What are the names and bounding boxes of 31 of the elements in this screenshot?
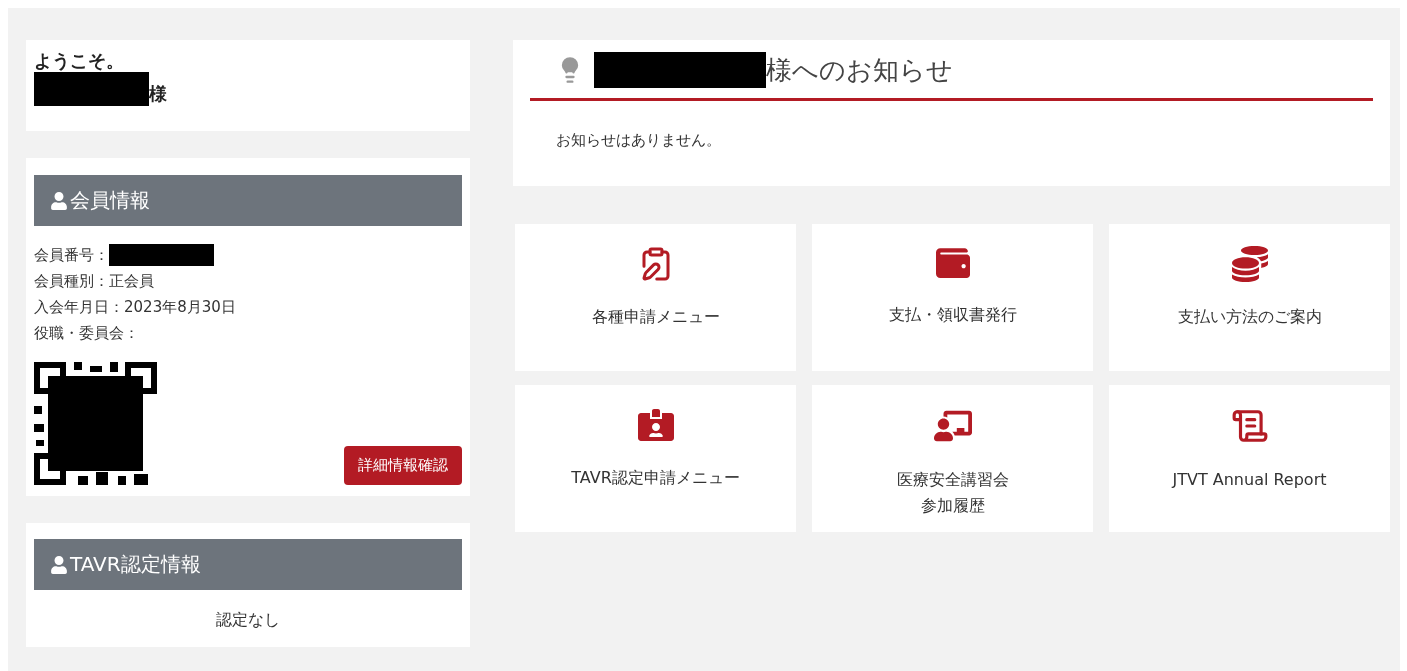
greeting: ようこそ。 [34,50,125,72]
tile-label: 支払・領収書発行 [888,304,1017,326]
user-icon [50,191,68,210]
menu-tile[interactable]: 支払い方法のご案内 [1109,224,1390,371]
notice-title: 様へのお知らせ [766,53,953,87]
notice-message: お知らせはありません。 [556,131,721,149]
qr-code-icon [34,362,157,485]
member-field: 会員種別：正会員 [34,268,154,294]
tile-label: 支払い方法のご案内 [1177,306,1322,328]
details-button[interactable]: 詳細情報確認 [344,446,462,485]
id-card-icon [637,407,674,443]
wallet-icon [935,246,970,280]
coins-icon [1231,246,1268,282]
tile-label: 各種申請メニュー [591,306,720,328]
section-title: 会員情報 [70,187,150,214]
certification-status: 認定なし [216,610,280,629]
tile-label: TAVR認定申請メニュー [571,467,740,489]
member-field: 役職・委員会： [34,320,139,346]
section-title: TAVR認定情報 [70,551,201,578]
menu-tile[interactable]: 支払・領収書発行 [812,224,1093,371]
user-icon [50,555,68,574]
tile-label: 医療安全講習会 参加履歴 [896,469,1009,517]
honorific: 様 [149,82,167,106]
scroll-icon [1230,407,1269,445]
menu-tile[interactable]: TAVR認定申請メニュー [515,385,796,532]
menu-tile[interactable]: 各種申請メニュー [515,224,796,371]
member-field: 会員番号： [34,242,109,268]
menu-tile[interactable]: JTVT Annual Report [1109,385,1390,532]
menu-tile[interactable]: 医療安全講習会 参加履歴 [812,385,1093,532]
member-field: 入会年月日：2023年8月30日 [34,294,236,320]
tile-label: JTVT Annual Report [1172,469,1327,491]
